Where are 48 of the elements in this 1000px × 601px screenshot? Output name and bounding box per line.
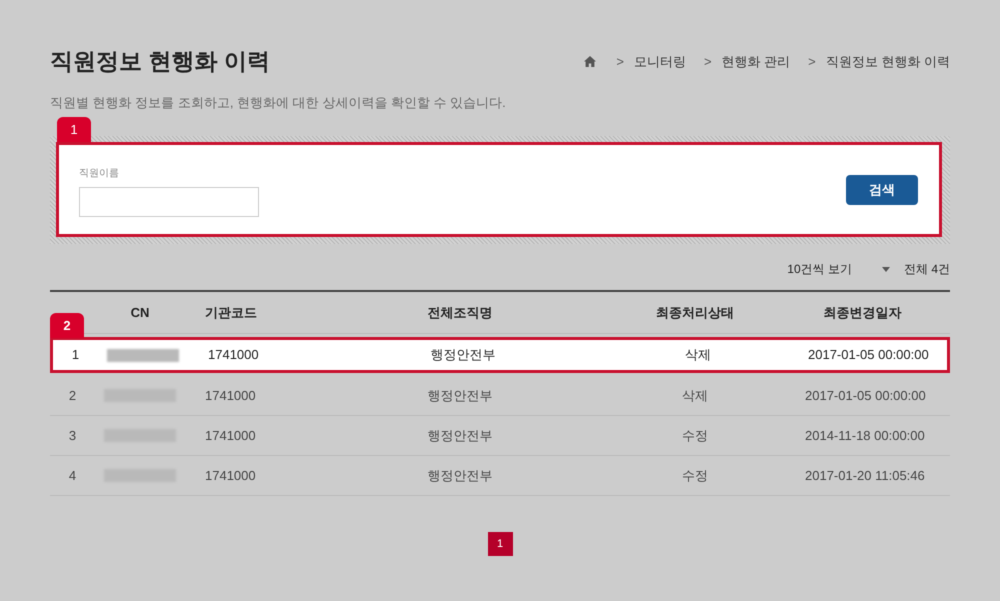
redacted-value bbox=[107, 348, 179, 362]
table-cell-text: 수정 bbox=[681, 426, 709, 445]
field-label: 직원이름 bbox=[79, 167, 120, 181]
table-cell-text: 2017-01-05 00:00:00 bbox=[808, 346, 930, 364]
table-cell-text: 행정안전부 bbox=[426, 466, 494, 485]
table-row[interactable]: 3 1741000 행정안전부 수정 2014-11-18 00:00:00 bbox=[50, 416, 950, 456]
home-icon[interactable] bbox=[584, 56, 596, 67]
annotation-badge: 1 bbox=[57, 117, 91, 142]
page-size-dropdown[interactable]: 10건씩 보기 bbox=[787, 260, 890, 278]
table-cell-text: 1741000 bbox=[204, 386, 257, 405]
table-cell-text: 2017-01-20 11:05:46 bbox=[805, 466, 926, 485]
table-cell-text: 행정안전부 bbox=[426, 386, 494, 405]
annotation-badge: 2 bbox=[50, 313, 84, 338]
name-input[interactable] bbox=[79, 187, 259, 217]
table-cell-text: 행정안전부 bbox=[426, 426, 494, 445]
breadcrumb-separator: > bbox=[704, 52, 712, 70]
table-cell-text: 1741000 bbox=[204, 426, 257, 445]
table-cell-text: 2014-11-18 00:00:00 bbox=[805, 426, 926, 445]
table-cell-text: 행정안전부 bbox=[430, 346, 496, 364]
table-cell-text: 2 bbox=[68, 386, 78, 405]
breadcrumb-separator: > bbox=[616, 52, 624, 70]
page-description: 직원별 현행화 정보를 조회하고, 현행화에 대한 상세이력을 확인할 수 있습니다. bbox=[50, 94, 507, 112]
breadcrumb-link[interactable]: 모니터링 bbox=[634, 52, 686, 71]
table-cell-text: 3 bbox=[68, 426, 78, 445]
table-cell-text: 삭제 bbox=[684, 346, 712, 364]
table-cell-text: 1741000 bbox=[204, 466, 257, 485]
breadcrumb-link[interactable]: 직원정보 현행화 이력 bbox=[826, 52, 950, 71]
column-header: 최종변경일자 bbox=[822, 304, 902, 322]
table-cell-text: 4 bbox=[68, 466, 78, 485]
table-cell-text: 1741000 bbox=[207, 346, 260, 364]
total-count: 전체 4건 bbox=[904, 261, 950, 278]
table-cell-text: 삭제 bbox=[681, 386, 709, 405]
column-header: CN bbox=[130, 304, 150, 322]
search-button[interactable]: 검색 bbox=[846, 174, 918, 204]
caret-icon bbox=[882, 266, 890, 272]
breadcrumb-link[interactable]: 현행화 관리 bbox=[722, 52, 790, 71]
breadcrumb-separator: > bbox=[808, 52, 816, 70]
table-row[interactable]: 1 1741000 행정안전부 삭제 2017-01-05 00:00:00 bbox=[50, 337, 950, 373]
column-header: 전체조직명 bbox=[426, 304, 494, 322]
table-row[interactable]: 4 1741000 행정안전부 수정 2017-01-20 11:05:46 bbox=[50, 456, 950, 496]
column-header: 기관코드 bbox=[204, 304, 258, 322]
table-cell-text: 2017-01-05 00:00:00 bbox=[805, 386, 927, 405]
table-row[interactable]: 2 1741000 행정안전부 삭제 2017-01-05 00:00:00 bbox=[50, 376, 950, 416]
table-cell-text: 1 bbox=[70, 346, 80, 364]
column-header: 최종처리상태 bbox=[655, 304, 735, 322]
page-title: 직원정보 현행화 이력 bbox=[50, 47, 270, 76]
page-button[interactable]: 1 bbox=[488, 532, 512, 556]
table-cell-text: 수정 bbox=[681, 466, 709, 485]
